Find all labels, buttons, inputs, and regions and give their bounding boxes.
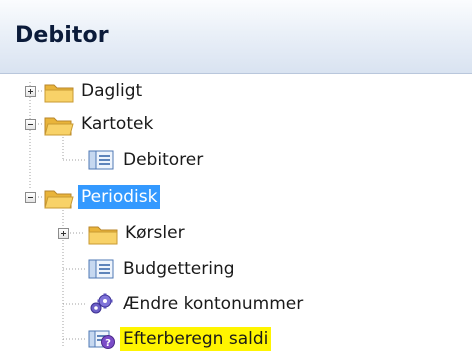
form-icon (88, 259, 114, 279)
panel-title: Debitor (15, 23, 109, 48)
tree-item-debitorer[interactable]: Debitorer (0, 145, 472, 175)
tree-item-label: Debitorer (123, 150, 204, 170)
folder-icon (88, 226, 118, 245)
debitor-panel: Debitor Dagligt Kartotek Debitorer Perio… (0, 0, 472, 363)
folder-open-icon (44, 117, 74, 136)
tree-item-aendre-kontonummer[interactable]: Ændre kontonummer (0, 289, 472, 319)
tree-item-label: Efterberegn saldi (120, 327, 272, 351)
tree-item-korsler[interactable]: Kørsler (0, 218, 472, 248)
navigation-tree: Dagligt Kartotek Debitorer Periodisk Kør… (0, 74, 472, 363)
expand-icon[interactable] (25, 86, 36, 97)
panel-header: Debitor (0, 0, 472, 74)
tree-item-label: Ændre kontonummer (123, 294, 304, 314)
form-icon (88, 150, 114, 170)
tree-item-label: Budgettering (123, 259, 235, 279)
tree-item-label: Periodisk (78, 185, 161, 209)
tree-item-budgettering[interactable]: Budgettering (0, 254, 472, 284)
tree-item-label: Kartotek (81, 114, 154, 134)
tree-item-label: Dagligt (81, 81, 143, 101)
svg-text:?: ? (105, 338, 111, 349)
tree-item-kartotek[interactable]: Kartotek (0, 109, 472, 139)
collapse-icon[interactable] (25, 119, 36, 130)
tree-item-efterberegn-saldi[interactable]: ? Efterberegn saldi (0, 324, 472, 354)
tree-item-periodisk[interactable]: Periodisk (0, 182, 472, 212)
expand-icon[interactable] (58, 228, 69, 239)
recalc-icon: ? (88, 330, 115, 349)
folder-open-icon (44, 190, 74, 209)
tree-item-dagligt[interactable]: Dagligt (0, 76, 472, 106)
gears-icon (90, 293, 113, 314)
collapse-icon[interactable] (25, 192, 36, 203)
folder-icon (44, 84, 74, 103)
tree-item-label: Kørsler (125, 223, 185, 243)
